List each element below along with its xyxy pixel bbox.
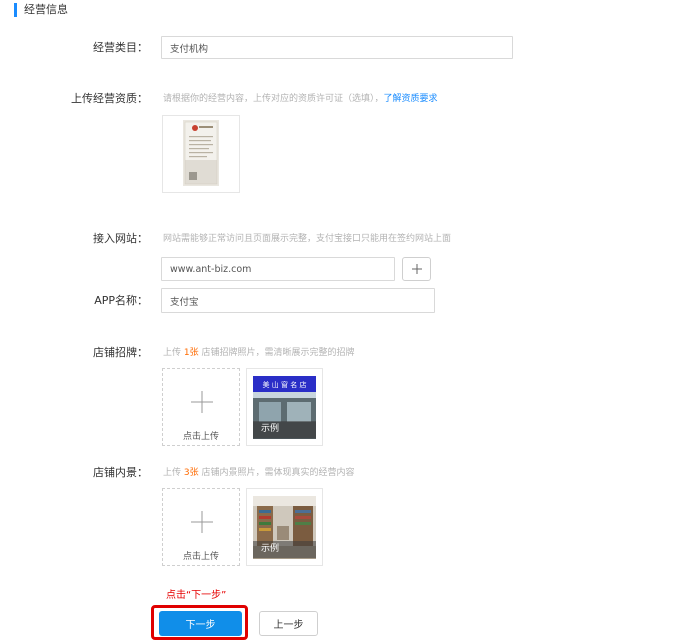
upload-plus-icon	[191, 511, 213, 533]
qualification-hint-text: 请根据你的经营内容，上传对应的资质许可证（选填），	[163, 94, 384, 104]
shop-interior-hint-prefix: 上传	[163, 468, 184, 478]
section-title: 经营信息	[24, 3, 68, 16]
business-category-field[interactable]: 支付机构	[161, 36, 513, 59]
qualification-label: 上传经营资质：	[71, 92, 148, 105]
shop-sign-hint-count: 1张	[183, 348, 199, 358]
shop-sign-upload[interactable]: 点击上传	[162, 368, 240, 446]
shop-sign-upload-label: 点击上传	[182, 432, 219, 442]
add-website-button[interactable]	[402, 257, 431, 281]
annotation-text: 点击“下一步”	[166, 590, 227, 601]
qualification-requirements-link[interactable]: 了解资质要求	[384, 94, 438, 104]
shop-interior-hint: 上传 3张 店铺内景照片，需体现真实的经营内容	[163, 467, 354, 479]
previous-step-button[interactable]: 上一步	[259, 611, 318, 636]
shop-sign-sample[interactable]: 美 山 窗 名 店 示例	[246, 368, 323, 446]
shop-interior-upload-label: 点击上传	[182, 552, 219, 562]
shop-interior-sample-label: 示例	[253, 541, 316, 558]
shop-interior-hint-count: 3张	[183, 468, 199, 478]
qualification-hint: 请根据你的经营内容，上传对应的资质许可证（选填），了解资质要求	[163, 93, 438, 105]
next-step-button[interactable]: 下一步	[159, 611, 242, 636]
shop-interior-sample[interactable]: 示例	[246, 488, 323, 566]
shop-sign-label: 店铺招牌：	[93, 346, 148, 359]
shop-interior-label: 店铺内景：	[93, 466, 148, 479]
app-name-input[interactable]: 支付宝	[161, 288, 435, 313]
shop-sign-hint-prefix: 上传	[163, 348, 184, 358]
app-name-label: APP名称：	[94, 294, 148, 307]
business-category-label: 经营类目：	[93, 41, 148, 54]
upload-plus-icon	[191, 391, 213, 413]
shop-interior-hint-suffix: 店铺内景照片，需体现真实的经营内容	[198, 468, 355, 478]
shop-interior-upload[interactable]: 点击上传	[162, 488, 240, 566]
website-value: www.ant-biz.com	[170, 263, 252, 275]
app-name-value: 支付宝	[170, 296, 199, 308]
website-input[interactable]: www.ant-biz.com	[161, 257, 395, 281]
website-hint: 网站需能够正常访问且页面展示完整，支付宝接口只能用在签约网站上面	[163, 234, 452, 244]
section-accent-bar	[14, 3, 17, 17]
shop-sign-hint: 上传 1张 店铺招牌照片，需清晰展示完整的招牌	[163, 347, 354, 359]
license-document-image	[163, 116, 239, 192]
plus-icon	[411, 264, 422, 274]
shop-sign-sample-label: 示例	[253, 421, 316, 438]
website-label: 接入网站：	[93, 232, 148, 245]
shop-sign-hint-suffix: 店铺招牌照片，需清晰展示完整的招牌	[198, 348, 355, 358]
shop-sign-text: 美 山 窗 名 店	[263, 380, 307, 389]
qualification-thumbnail[interactable]	[162, 115, 240, 193]
business-category-value: 支付机构	[170, 43, 209, 55]
